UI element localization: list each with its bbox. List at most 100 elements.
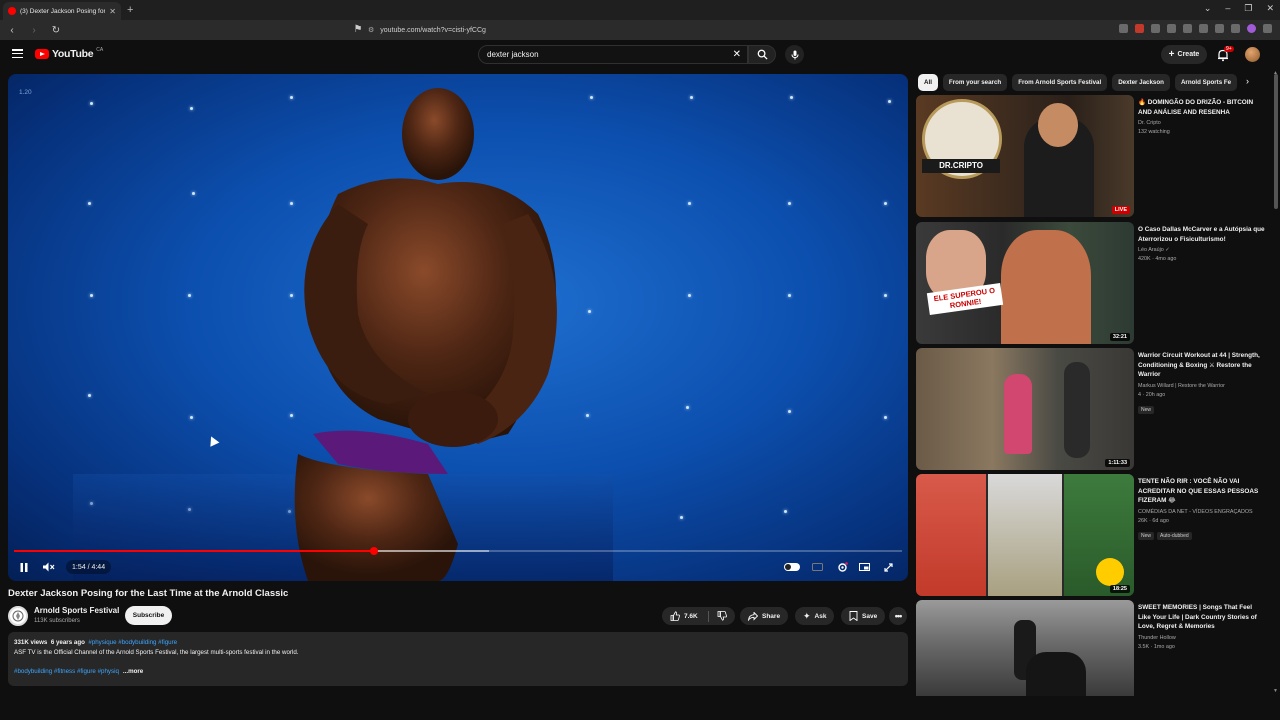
extension-icon[interactable] (1151, 24, 1160, 33)
extension-icon[interactable] (1167, 24, 1176, 33)
save-button[interactable]: Save (841, 607, 886, 625)
site-info-icon[interactable]: ⚙ (368, 26, 374, 34)
chip-dexter-jackson[interactable]: Dexter Jackson (1112, 74, 1170, 91)
recommendation-channel[interactable]: Léo Araújo ✓ (1138, 247, 1266, 253)
recommendation-item[interactable]: 18:25 TENTE NÃO RIR : VOCÊ NÃO VAI ACRED… (916, 474, 1266, 596)
recommendation-channel[interactable]: Dr. Cripto (1138, 120, 1266, 126)
thumbnail-panel-mid (988, 474, 1062, 596)
recommendation-channel[interactable]: COMÉDIAS DA NET - VÍDEOS ENGRAÇADOS (1138, 509, 1266, 515)
profile-icon[interactable] (1247, 24, 1256, 33)
close-window-icon[interactable]: ✕ (1266, 3, 1274, 14)
share-button[interactable]: Share (740, 607, 789, 625)
subtitles-button[interactable] (810, 560, 824, 574)
like-button[interactable]: 7.6K (662, 607, 735, 625)
ask-button[interactable]: ✦ Ask (795, 607, 835, 625)
duration-badge: 32:21 (1109, 333, 1130, 341)
recommendation-channel[interactable]: Markus Willard | Restore the Warrior (1138, 383, 1266, 389)
scrubber-handle[interactable] (369, 547, 378, 555)
forward-icon[interactable]: › (28, 25, 40, 36)
filter-chips: All From your search From Arnold Sports … (918, 74, 1258, 91)
extension-icon[interactable] (1135, 24, 1144, 33)
recommendation-title[interactable]: 🔥 DOMINGÃO DO DRIZÃO - BITCOIN AND ANÁLI… (1138, 98, 1266, 117)
clear-search-icon[interactable]: ✕ (733, 49, 741, 60)
recommendation-meta: 26K · 6d ago (1138, 517, 1169, 524)
create-button[interactable]: + Create (1161, 45, 1207, 64)
channel-name[interactable]: Arnold Sports Festival (34, 606, 119, 615)
video-player[interactable]: 1.20 1:54 / 4:44 (8, 74, 908, 581)
bodybuilder-figure (294, 88, 557, 581)
video-thumbnail[interactable] (916, 600, 1134, 696)
extension-icons (1119, 24, 1272, 33)
autoplay-toggle[interactable] (783, 560, 801, 574)
chip-from-your-search[interactable]: From your search (942, 74, 1008, 91)
meta-hashtags[interactable]: #physique #bodybuilding #figure (88, 639, 177, 646)
thumbs-down-icon[interactable] (717, 611, 727, 621)
subscribe-button[interactable]: Subscribe (125, 606, 172, 625)
channel-avatar[interactable] (8, 606, 28, 626)
page-scrollbar[interactable] (1274, 74, 1278, 209)
plus-icon: + (1168, 49, 1175, 60)
chevron-down-icon[interactable]: ⌄ (1204, 3, 1212, 14)
account-avatar[interactable] (1245, 47, 1260, 62)
description-box[interactable]: 331K views 6 years ago #physique #bodybu… (8, 632, 908, 686)
show-more-link[interactable]: ...more (123, 668, 143, 675)
mute-button[interactable] (42, 560, 56, 574)
extension-icon[interactable] (1183, 24, 1192, 33)
channel-logo-icon (12, 610, 24, 622)
hashtags-link[interactable]: #bodybuilding #fitness #figure #physiq (14, 668, 119, 675)
time-display: 1:54 / 4:44 (66, 560, 112, 574)
recommendation-channel[interactable]: Thunder Hollow (1138, 635, 1266, 641)
recommendation-item[interactable]: SWEET MEMORIES | Songs That Feel Like Yo… (916, 600, 1266, 696)
thumbnail-person (1004, 374, 1032, 454)
new-badge: New (1138, 531, 1155, 540)
recommendation-title[interactable]: SWEET MEMORIES | Songs That Feel Like Yo… (1138, 603, 1266, 632)
description-meta: 331K views 6 years ago #physique #bodybu… (14, 639, 902, 646)
chip-from-channel[interactable]: From Arnold Sports Festival (1012, 74, 1108, 91)
close-icon[interactable]: ✕ (109, 7, 116, 16)
recommendation-title[interactable]: Warrior Circuit Workout at 44 | Strength… (1138, 351, 1266, 380)
miniplayer-button[interactable] (857, 560, 871, 574)
more-actions-button[interactable]: ••• (889, 607, 907, 625)
video-thumbnail[interactable]: DR.CRIPTO LIVE (916, 95, 1134, 217)
bookmark-icon[interactable]: ⚑ (352, 24, 364, 35)
recommendation-item[interactable]: DR.CRIPTO LIVE 🔥 DOMINGÃO DO DRIZÃO - BI… (916, 95, 1266, 217)
recommendation-title[interactable]: O Caso Dallas McCarver e a Autópsia que … (1138, 225, 1266, 244)
recommendation-title[interactable]: TENTE NÃO RIR : VOCÊ NÃO VAI ACREDITAR N… (1138, 477, 1266, 506)
recommendation-item[interactable]: ELE SUPEROU O RONNIE! 32:21 O Caso Dalla… (916, 222, 1266, 344)
duration-badge: 1:11:33 (1105, 459, 1130, 467)
reload-icon[interactable]: ↻ (50, 25, 62, 36)
address-bar[interactable]: ⚙ youtube.com/watch?v=cisti-yfCCg (368, 23, 908, 37)
description-hashtags: #bodybuilding #fitness #figure #physiq..… (14, 668, 902, 675)
video-thumbnail[interactable]: ELE SUPEROU O RONNIE! 32:21 (916, 222, 1134, 344)
cast-icon[interactable] (1119, 24, 1128, 33)
browser-menu-icon[interactable] (1263, 24, 1272, 33)
recommendation-item[interactable]: 1:11:33 Warrior Circuit Workout at 44 | … (916, 348, 1266, 470)
settings-button[interactable] (834, 560, 850, 574)
voice-search-button[interactable] (785, 45, 804, 64)
back-icon[interactable]: ‹ (6, 25, 18, 36)
chevron-right-icon[interactable]: › (1246, 76, 1249, 86)
restore-icon[interactable]: ❐ (1244, 3, 1252, 14)
browser-tab[interactable]: (3) Dexter Jackson Posing for the ✕ (3, 2, 121, 20)
youtube-logo[interactable]: YouTube CA (35, 47, 103, 60)
fullscreen-button[interactable] (881, 560, 895, 574)
hamburger-menu-icon[interactable] (12, 49, 23, 58)
chip-arnold-sports[interactable]: Arnold Sports Fe (1174, 74, 1238, 91)
extension-icon[interactable] (1231, 24, 1240, 33)
pause-button[interactable] (18, 560, 30, 574)
video-thumbnail[interactable]: 18:25 (916, 474, 1134, 596)
scroll-down-icon[interactable]: ▼ (1273, 688, 1278, 694)
extension-icon[interactable] (1199, 24, 1208, 33)
thumbs-up-icon (670, 611, 680, 621)
youtube-favicon-icon (8, 7, 16, 15)
video-thumbnail[interactable]: 1:11:33 (916, 348, 1134, 470)
recommendation-info: 🔥 DOMINGÃO DO DRIZÃO - BITCOIN AND ANÁLI… (1138, 98, 1266, 135)
minimize-icon[interactable]: – (1225, 3, 1230, 14)
volume-muted-icon (43, 562, 55, 572)
chip-all[interactable]: All (918, 74, 938, 91)
extension-icon[interactable] (1215, 24, 1224, 33)
new-tab-icon[interactable]: + (127, 4, 133, 16)
search-button[interactable] (748, 45, 776, 64)
search-input[interactable]: dexter jackson ✕ (478, 45, 748, 64)
progress-bar[interactable] (14, 547, 902, 555)
